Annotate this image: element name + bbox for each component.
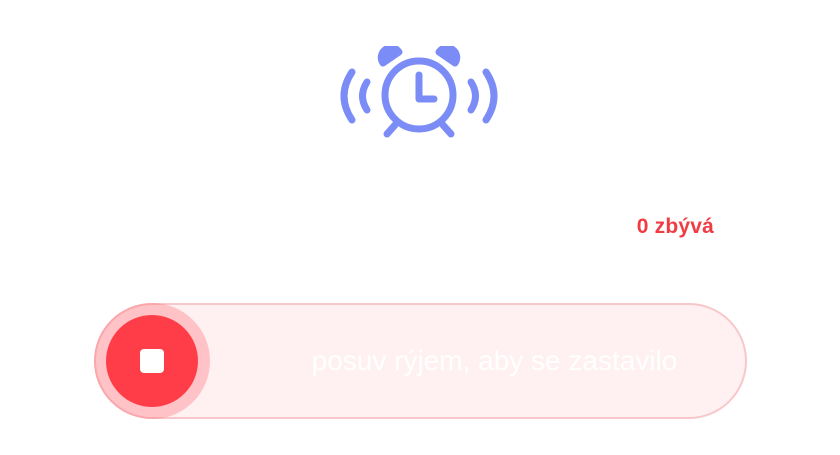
slider-handle-core [106, 315, 198, 407]
remaining-count-label: 0 zbývá [636, 215, 714, 238]
stop-icon [140, 349, 164, 373]
slide-to-stop-handle[interactable] [94, 303, 210, 419]
alarm-clock-ringing-icon [340, 46, 498, 138]
slide-to-stop-hint: posuv rýjem, aby se zastavilo [311, 345, 678, 376]
alarm-dismiss-screen: 0 zbývá posuv rýjem, aby se zastavilo [0, 0, 840, 455]
